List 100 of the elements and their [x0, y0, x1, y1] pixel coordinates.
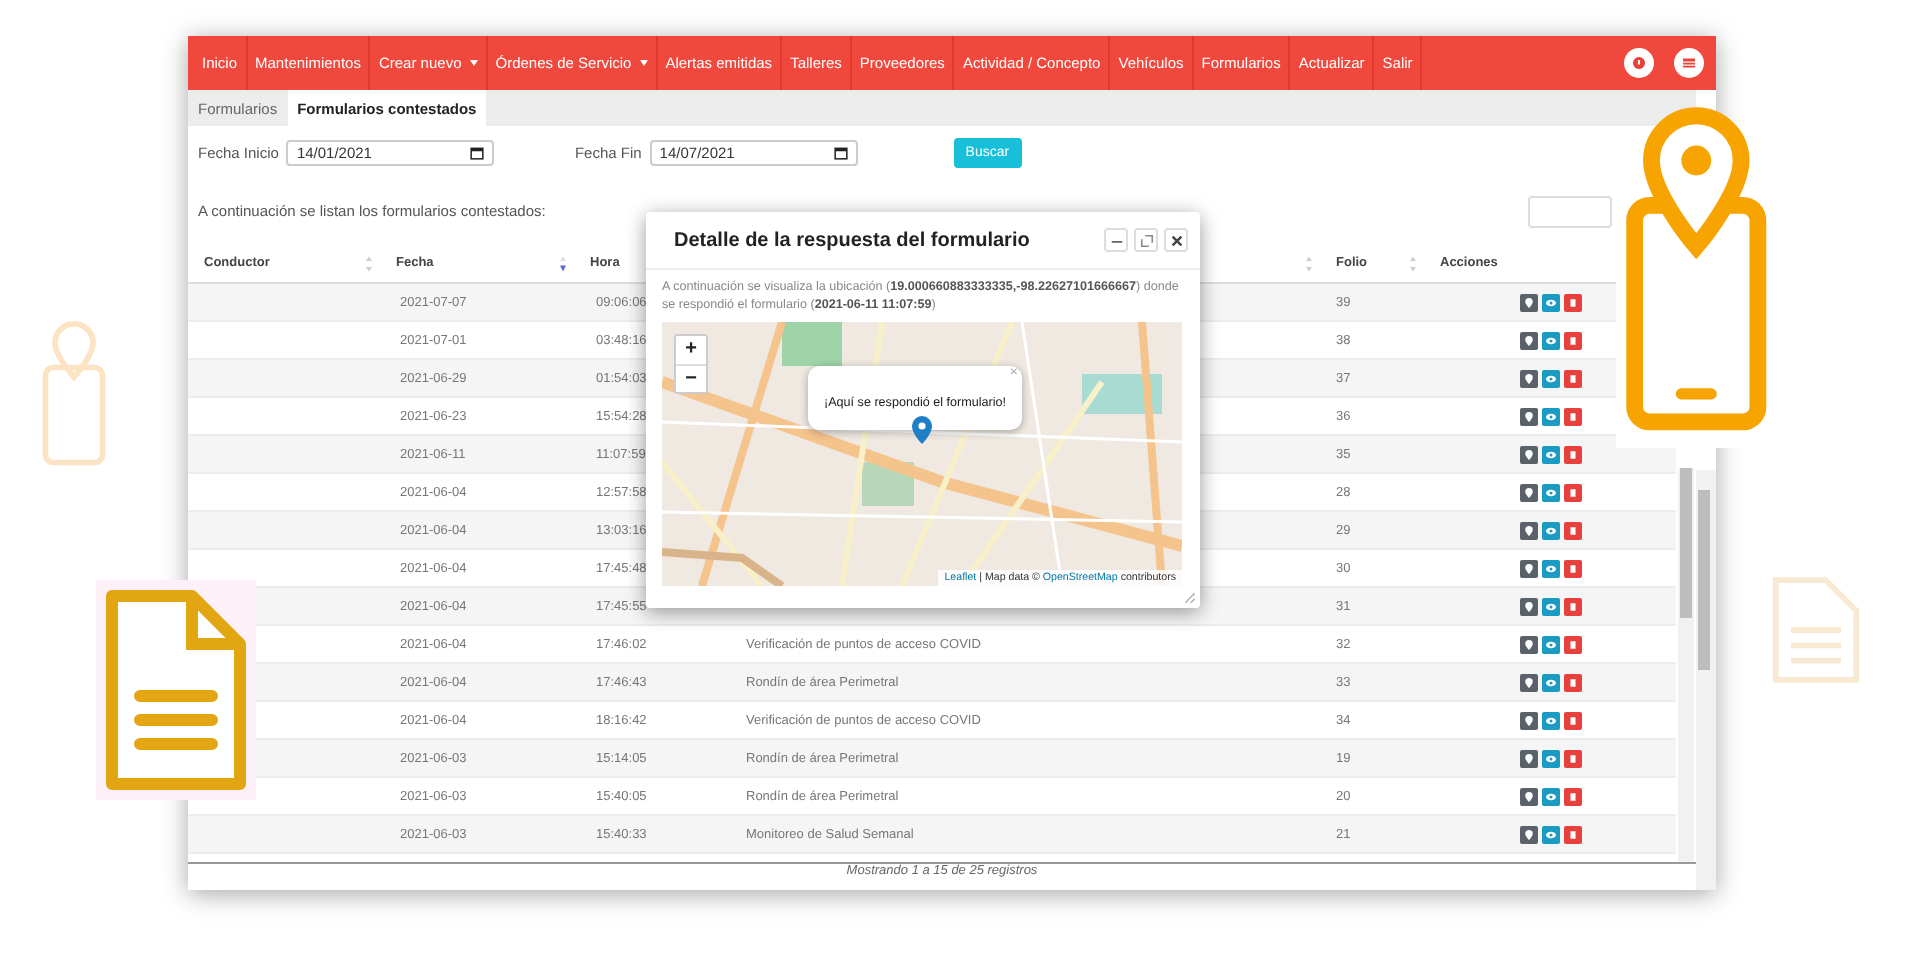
view-button[interactable]	[1542, 787, 1560, 805]
pin-icon	[1524, 449, 1534, 459]
map-marker-icon[interactable]	[912, 416, 932, 444]
eye-icon	[1546, 829, 1556, 839]
location-button[interactable]	[1520, 673, 1538, 691]
pin-icon	[1524, 601, 1534, 611]
eye-icon	[1546, 487, 1556, 497]
close-icon	[1169, 233, 1183, 247]
trash-icon	[1568, 753, 1578, 763]
delete-button[interactable]	[1564, 749, 1582, 767]
document-icon	[1768, 572, 1864, 688]
eye-icon	[1546, 449, 1556, 459]
location-button[interactable]	[1520, 331, 1538, 349]
location-button[interactable]	[1520, 445, 1538, 463]
trash-icon	[1568, 449, 1578, 459]
view-button[interactable]	[1542, 673, 1560, 691]
eye-icon	[1546, 373, 1556, 383]
delete-button[interactable]	[1564, 483, 1582, 501]
pin-icon	[1524, 677, 1534, 687]
eye-icon	[1546, 601, 1556, 611]
maximize-icon	[1139, 233, 1153, 247]
zoom-out-button[interactable]: −	[676, 364, 706, 392]
pin-icon	[1524, 525, 1534, 535]
trash-icon	[1568, 829, 1578, 839]
delete-button[interactable]	[1564, 369, 1582, 387]
eye-icon	[1546, 753, 1556, 763]
pin-icon	[1524, 411, 1534, 421]
view-button[interactable]	[1542, 407, 1560, 425]
trash-icon	[1568, 601, 1578, 611]
delete-button[interactable]	[1564, 635, 1582, 653]
location-button[interactable]	[1520, 711, 1538, 729]
location-button[interactable]	[1520, 635, 1538, 653]
pin-icon	[1524, 297, 1534, 307]
delete-button[interactable]	[1564, 597, 1582, 615]
view-button[interactable]	[1542, 559, 1560, 577]
calendar-icon[interactable]	[833, 145, 848, 159]
delete-button[interactable]	[1564, 521, 1582, 539]
delete-button[interactable]	[1564, 445, 1582, 463]
pin-icon	[1524, 753, 1534, 763]
view-button[interactable]	[1542, 825, 1560, 843]
view-button[interactable]	[1542, 331, 1560, 349]
delete-button[interactable]	[1564, 711, 1582, 729]
view-button[interactable]	[1542, 635, 1560, 653]
help-icon[interactable]	[1624, 48, 1654, 78]
view-button[interactable]	[1542, 521, 1560, 539]
delete-button[interactable]	[1564, 407, 1582, 425]
location-button[interactable]	[1520, 293, 1538, 311]
resize-grip-icon[interactable]	[1184, 592, 1196, 604]
view-button[interactable]	[1542, 293, 1560, 311]
search-field[interactable]	[1528, 195, 1612, 227]
trash-icon	[1568, 715, 1578, 725]
trash-icon	[1568, 791, 1578, 801]
location-button[interactable]	[1520, 597, 1538, 615]
trash-icon	[1568, 639, 1578, 649]
table-scrollbar[interactable]	[1678, 468, 1694, 862]
location-button[interactable]	[1520, 787, 1538, 805]
pin-icon	[1524, 487, 1534, 497]
pin-icon	[1524, 563, 1534, 573]
pin-icon	[1524, 829, 1534, 839]
minimize-button[interactable]	[1104, 228, 1128, 252]
eye-icon	[1546, 525, 1556, 535]
delete-button[interactable]	[1564, 673, 1582, 691]
trash-icon	[1568, 411, 1578, 421]
location-button[interactable]	[1520, 407, 1538, 425]
trash-icon	[1568, 677, 1578, 687]
location-button[interactable]	[1520, 825, 1538, 843]
view-button[interactable]	[1542, 445, 1560, 463]
pin-icon	[1524, 335, 1534, 345]
caret-icon	[639, 60, 648, 66]
view-button[interactable]	[1542, 483, 1560, 501]
delete-button[interactable]	[1564, 559, 1582, 577]
view-button[interactable]	[1542, 749, 1560, 767]
location-button[interactable]	[1520, 521, 1538, 539]
eye-icon	[1546, 411, 1556, 421]
delete-button[interactable]	[1564, 787, 1582, 805]
trash-icon	[1568, 373, 1578, 383]
trash-icon	[1568, 297, 1578, 307]
view-button[interactable]	[1542, 711, 1560, 729]
sort-icon[interactable]	[560, 255, 566, 271]
view-button[interactable]	[1542, 597, 1560, 615]
page-scrollbar[interactable]	[1696, 470, 1716, 890]
close-button[interactable]	[1164, 228, 1188, 252]
view-button[interactable]	[1542, 369, 1560, 387]
eye-icon	[1546, 677, 1556, 687]
location-button[interactable]	[1520, 559, 1538, 577]
menu-icon[interactable]	[1674, 48, 1704, 78]
trash-icon	[1568, 335, 1578, 345]
location-button[interactable]	[1520, 749, 1538, 767]
delete-button[interactable]	[1564, 825, 1582, 843]
pin-icon	[1524, 639, 1534, 649]
location-button[interactable]	[1520, 369, 1538, 387]
delete-button[interactable]	[1564, 331, 1582, 349]
eye-icon	[1546, 639, 1556, 649]
calendar-icon[interactable]	[470, 145, 485, 159]
location-button[interactable]	[1520, 483, 1538, 501]
eye-icon	[1546, 335, 1556, 345]
caret-icon	[469, 60, 478, 66]
pin-icon	[1524, 373, 1534, 383]
delete-button[interactable]	[1564, 293, 1582, 311]
eye-icon	[1546, 715, 1556, 725]
